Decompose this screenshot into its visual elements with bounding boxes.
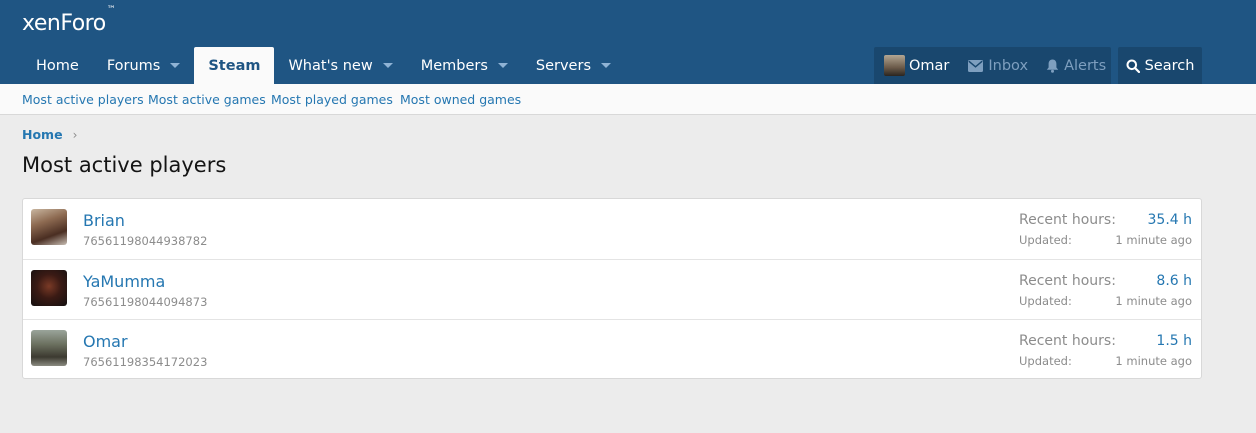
subnav-most-owned-games[interactable]: Most owned games (400, 92, 521, 107)
recent-hours-label: Recent hours: (1019, 212, 1116, 228)
avatar (884, 55, 905, 76)
recent-hours-label: Recent hours: (1019, 333, 1116, 349)
nav-steam-label: Steam (208, 57, 261, 74)
breadcrumb: Home › (22, 127, 77, 142)
player-name[interactable]: Omar (83, 332, 128, 351)
inbox-label: Inbox (988, 57, 1029, 74)
player-name[interactable]: YaMumma (83, 272, 165, 291)
bell-icon (1046, 59, 1059, 73)
subnav-most-active-players[interactable]: Most active players (22, 92, 144, 107)
recent-hours-value: 1.5 h (1156, 333, 1192, 349)
nav-home-label: Home (36, 57, 79, 74)
list-item: Omar 76561198354172023 Recent hours: 1.5… (23, 319, 1201, 379)
logo-trademark: ™ (106, 4, 116, 15)
envelope-icon (968, 59, 984, 72)
account-link[interactable]: Omar (874, 47, 959, 84)
recent-hours-value: 35.4 h (1147, 212, 1193, 228)
search-icon (1126, 59, 1140, 73)
nav-whats-new[interactable]: What's new (274, 47, 406, 84)
updated-label: Updated: (1019, 294, 1072, 308)
subnav-most-active-games[interactable]: Most active games (148, 92, 266, 107)
subnav-most-played-games[interactable]: Most played games (271, 92, 393, 107)
player-name[interactable]: Brian (83, 211, 125, 230)
nav-servers[interactable]: Servers (522, 47, 625, 84)
updated-value: 1 minute ago (1115, 233, 1192, 247)
player-steam-id: 76561198354172023 (83, 355, 208, 369)
updated-value: 1 minute ago (1115, 354, 1192, 368)
avatar[interactable] (31, 270, 67, 306)
inbox-link[interactable]: Inbox (959, 47, 1037, 84)
nav-forums[interactable]: Forums (93, 47, 195, 84)
nav-members-label: Members (420, 57, 488, 74)
player-steam-id: 76561198044938782 (83, 234, 208, 248)
list-item: YaMumma 76561198044094873 Recent hours: … (23, 259, 1201, 319)
updated-label: Updated: (1019, 233, 1072, 247)
site-logo[interactable]: xenForo™ (22, 5, 116, 36)
recent-hours-value: 8.6 h (1156, 273, 1192, 289)
nav-forums-label: Forums (106, 57, 161, 74)
page-title: Most active players (22, 153, 227, 177)
recent-hours-label: Recent hours: (1019, 273, 1116, 289)
nav-whats-new-label: What's new (288, 57, 373, 74)
chevron-down-icon[interactable] (170, 63, 181, 68)
sub-nav: Most active players Most active games Mo… (0, 84, 1256, 115)
nav-servers-label: Servers (535, 57, 591, 74)
nav-members[interactable]: Members (407, 47, 522, 84)
account-username: Omar (909, 57, 950, 74)
player-steam-id: 76561198044094873 (83, 295, 208, 309)
avatar[interactable] (31, 330, 67, 366)
search-label: Search (1144, 57, 1195, 74)
nav-home[interactable]: Home (22, 47, 93, 84)
updated-value: 1 minute ago (1115, 294, 1192, 308)
site-header: xenForo™ Home Forums Steam What's new Me… (0, 0, 1256, 84)
alerts-label: Alerts (1064, 57, 1107, 74)
nav-steam[interactable]: Steam (194, 47, 275, 84)
list-item: Brian 76561198044938782 Recent hours: 35… (23, 199, 1201, 259)
players-list: Brian 76561198044938782 Recent hours: 35… (22, 198, 1202, 379)
search-button[interactable]: Search (1118, 47, 1202, 84)
avatar[interactable] (31, 209, 67, 245)
chevron-down-icon[interactable] (497, 63, 508, 68)
chevron-down-icon[interactable] (382, 63, 393, 68)
account-group: Omar Inbox Alerts (874, 47, 1111, 84)
alerts-link[interactable]: Alerts (1037, 47, 1115, 84)
chevron-down-icon[interactable] (601, 63, 611, 68)
main-nav: Home Forums Steam What's new Members Ser… (22, 47, 625, 84)
breadcrumb-home[interactable]: Home (22, 127, 63, 142)
updated-label: Updated: (1019, 354, 1072, 368)
logo-text: xenForo (22, 11, 106, 36)
chevron-right-icon: › (72, 127, 78, 142)
